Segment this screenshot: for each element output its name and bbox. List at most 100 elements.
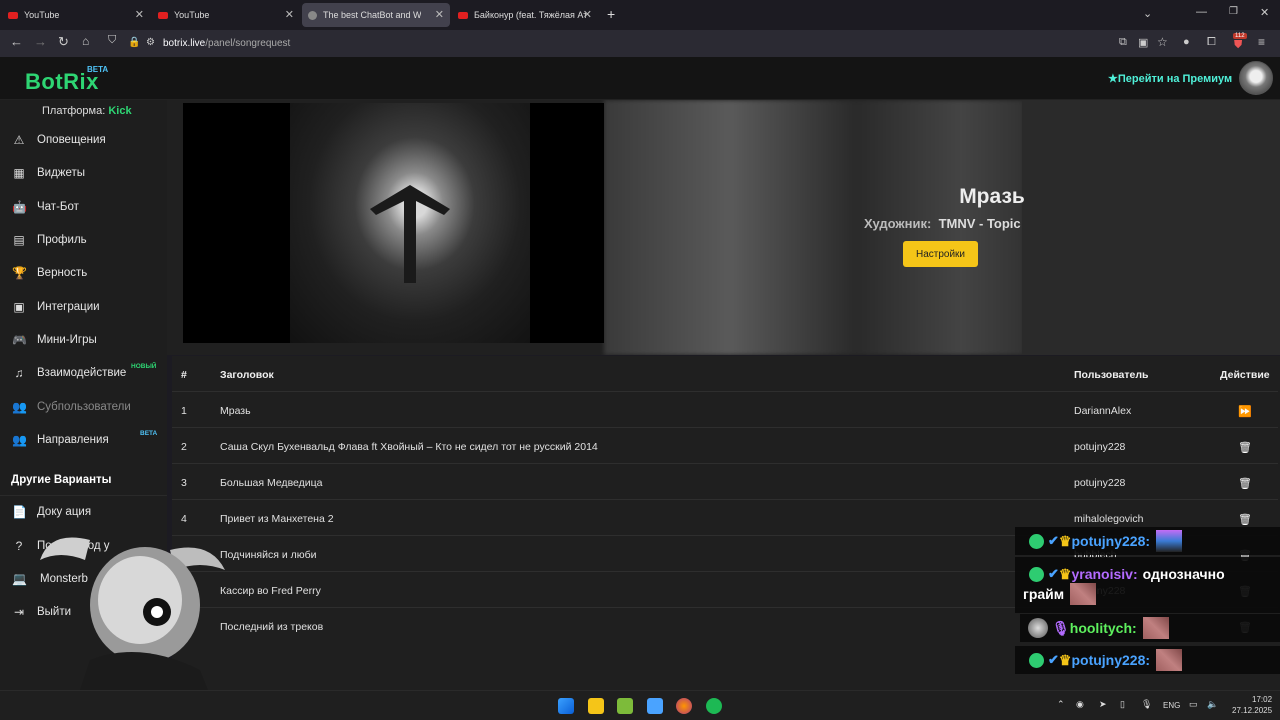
close-icon[interactable]: ✕: [135, 8, 144, 21]
restore-icon[interactable]: ❐: [1229, 6, 1238, 17]
sidebar-item-interaction[interactable]: ♫ Взаимодействие НОВЫЙ: [0, 358, 167, 388]
chat-username: yranoisiv:: [1071, 566, 1138, 582]
sidebar-item-label: Чат-Бот: [37, 201, 79, 213]
tab-label: YouTube: [174, 10, 210, 20]
crown-icon: ♛: [1058, 565, 1072, 582]
row-user: potujny228: [1074, 477, 1126, 489]
spotify-icon[interactable]: [706, 698, 722, 714]
hammer-icon: [370, 185, 450, 283]
artist-line: Художник: TMNV - Topic: [864, 216, 1021, 231]
trash-icon[interactable]: 🗑: [1238, 441, 1252, 454]
clock-date: 27.12.2025: [1232, 706, 1273, 715]
close-window-icon[interactable]: ✕: [1260, 6, 1269, 19]
page-settings-icon[interactable]: ⚙: [146, 37, 155, 48]
banner-background: [1022, 100, 1280, 355]
id-card-icon: ▤: [13, 233, 25, 247]
microphone-icon[interactable]: 🎙: [1141, 699, 1152, 710]
table-row: 1 Мразь DariannAlex ⏩: [172, 392, 1278, 428]
chevron-up-icon[interactable]: ⌃: [1057, 699, 1065, 710]
steam-icon[interactable]: ◉: [1076, 699, 1084, 710]
close-icon[interactable]: ✕: [583, 8, 592, 21]
kick-badge-icon: [1029, 566, 1044, 582]
screenshot-icon[interactable]: ▣: [1138, 36, 1148, 49]
sidebar-item-integrations[interactable]: ▣ Интеграции: [0, 292, 167, 322]
chat-message: ✔ ♛ yranoisiv: однозначно грайм: [1015, 557, 1280, 613]
notepad-icon[interactable]: [617, 698, 633, 714]
home-icon[interactable]: ⌂: [82, 34, 89, 48]
row-title: Привет из Манхетена 2: [220, 513, 334, 525]
lock-icon[interactable]: 🔒: [128, 37, 140, 48]
sidebar-item-loyalty[interactable]: 🏆 Верность: [0, 258, 167, 288]
sidebar-item-widgets[interactable]: ▦ Виджеты: [0, 158, 167, 188]
picture-in-picture-icon[interactable]: ⧉: [1119, 36, 1127, 49]
trash-icon[interactable]: 🗑: [1238, 513, 1252, 526]
forward-icon[interactable]: →: [34, 34, 47, 49]
platform-label: Платформа:: [42, 105, 106, 117]
table-row: 3 Большая Медведица potujny228 🗑: [172, 464, 1278, 500]
browser-tab-botrix[interactable]: The best ChatBot and Widge ✕: [302, 3, 450, 27]
mic-icon: 🎙: [1052, 619, 1070, 636]
avatar[interactable]: [1239, 61, 1273, 95]
sidebar-item-alerts[interactable]: ⚠ Оповещения: [0, 125, 167, 155]
file-explorer-icon[interactable]: [588, 698, 604, 714]
youtube-icon: [158, 11, 168, 19]
sidebar-item-profile[interactable]: ▤ Профиль: [0, 225, 167, 255]
sidebar-item-label: Мини-Игры: [37, 334, 97, 346]
close-icon[interactable]: ✕: [435, 8, 444, 21]
settings-button[interactable]: Настройки: [903, 241, 978, 267]
sidebar-item-chatbot[interactable]: 🤖 Чат-Бот: [0, 192, 167, 222]
sidebar-item-label: Направления: [37, 434, 109, 446]
chat-text: однозначно: [1142, 566, 1225, 582]
browser-tab-youtube-2[interactable]: YouTube ✕: [152, 3, 300, 27]
chat-message: ✔ ♛ potujny228:: [1015, 527, 1280, 555]
browser-tab-youtube-1[interactable]: YouTube ✕: [2, 3, 150, 27]
users-icon: 👥: [12, 433, 27, 447]
sidebar-item-subusers[interactable]: 👥 Субпользователи: [0, 392, 167, 422]
sidebar-item-label: Профиль: [37, 234, 87, 246]
premium-label: Перейти на Премиум: [1117, 73, 1233, 85]
usb-icon[interactable]: ▯: [1120, 699, 1125, 710]
laptop-icon: 💻: [12, 572, 27, 586]
row-user: potujny228: [1074, 441, 1126, 453]
notes-icon[interactable]: [647, 698, 663, 714]
windows-start-icon[interactable]: [558, 698, 574, 714]
premium-link[interactable]: ★Перейти на Премиум: [1108, 72, 1232, 85]
extension-icon[interactable]: ●: [1183, 36, 1190, 48]
browser-tab-baikonur[interactable]: Байконур (feat. Тяжёлая Атлет ✕: [452, 3, 598, 27]
kick-badge-icon: [1029, 533, 1044, 549]
reload-icon[interactable]: ↻: [58, 34, 69, 50]
minimize-icon[interactable]: —: [1196, 6, 1207, 18]
new-badge: НОВЫЙ: [131, 363, 157, 370]
language-indicator[interactable]: ENG: [1163, 701, 1180, 710]
sidebar-item-minigames[interactable]: 🎮 Мини-Игры: [0, 325, 167, 355]
volume-icon[interactable]: 🔈: [1207, 699, 1218, 710]
music-icon: ♫: [14, 366, 24, 380]
youtube-icon: [458, 11, 468, 19]
song-title: Мразь: [959, 185, 1025, 208]
verified-icon: ✔: [1048, 566, 1059, 581]
close-icon[interactable]: ✕: [285, 8, 294, 21]
shield-icon[interactable]: ⛉: [108, 34, 116, 47]
ublock-icon[interactable]: ⛊: [1234, 39, 1242, 52]
platform-indicator: Платформа: Kick: [42, 105, 132, 117]
chat-text: грайм: [1023, 585, 1065, 602]
back-icon[interactable]: ←: [10, 34, 23, 49]
clock[interactable]: 17:02 27.12.2025: [1232, 694, 1272, 716]
telegram-icon[interactable]: ➤: [1099, 699, 1107, 710]
tab-list-icon[interactable]: ⌄: [1143, 7, 1152, 20]
sidebar-item-directions[interactable]: 👥 Направления BETA: [0, 425, 167, 455]
menu-icon[interactable]: ≡: [1258, 35, 1265, 49]
network-icon[interactable]: ▭: [1189, 699, 1198, 710]
robot-icon: 🤖: [12, 200, 27, 214]
tab-label: YouTube: [24, 10, 60, 20]
skip-icon[interactable]: ⏩: [1238, 405, 1252, 418]
new-tab-button[interactable]: +: [607, 6, 615, 22]
address-bar[interactable]: botrix.live/panel/songrequest: [163, 38, 290, 49]
video-player[interactable]: [183, 103, 604, 343]
trash-icon[interactable]: 🗑: [1238, 477, 1252, 490]
puzzle-icon[interactable]: ⧠: [1207, 36, 1216, 49]
firefox-icon[interactable]: [676, 698, 692, 714]
bookmark-star-icon[interactable]: ☆: [1157, 35, 1168, 49]
grid-icon: ▦: [13, 166, 25, 180]
document-icon: 📄: [12, 505, 27, 519]
